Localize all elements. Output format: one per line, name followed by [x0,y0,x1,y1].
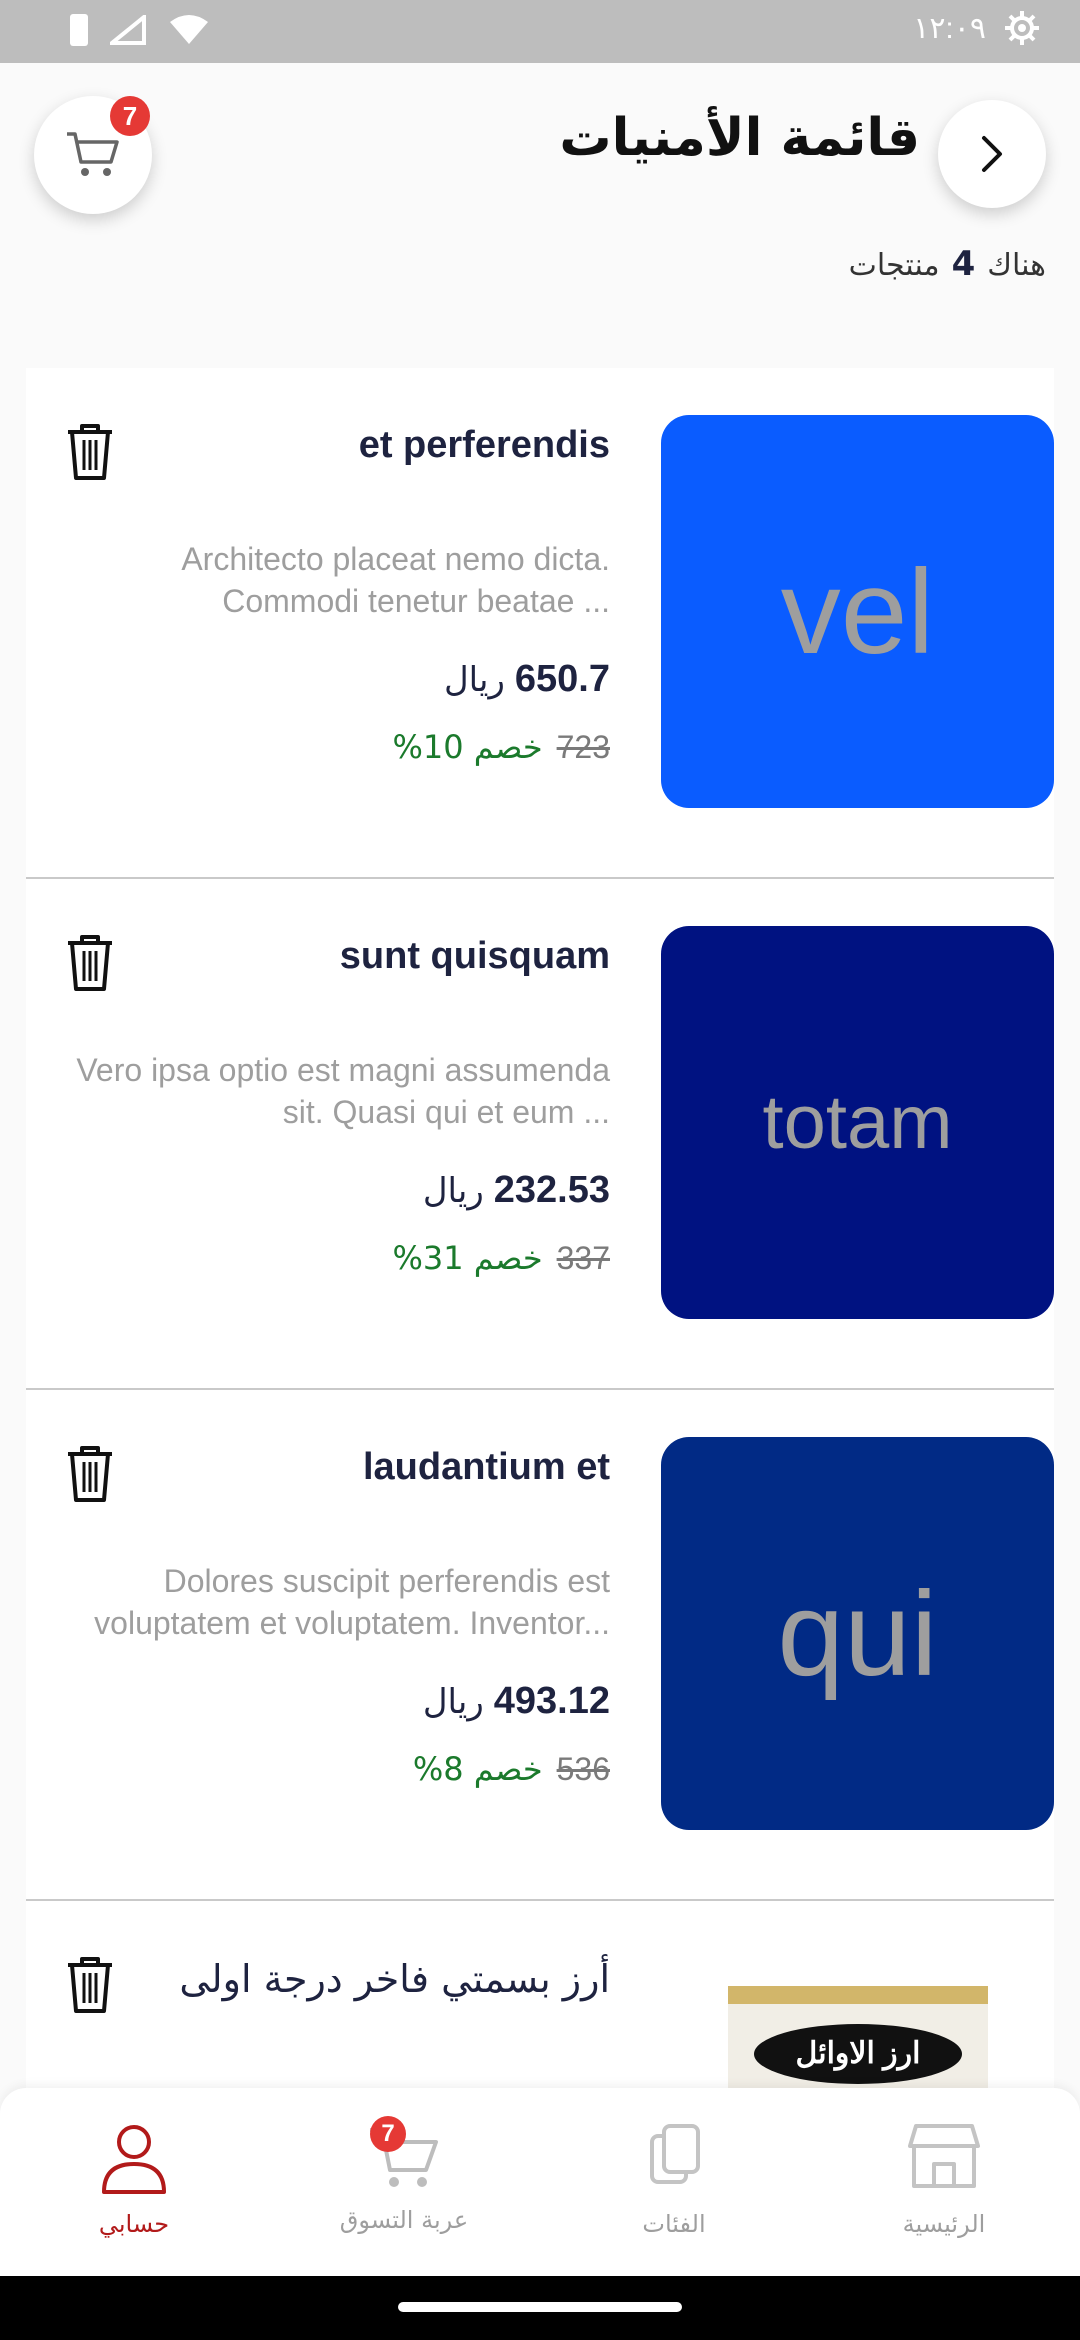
page-title: قائمة الأمنيات [559,108,920,168]
old-price: 337 [556,1240,610,1276]
system-nav-bar [0,2276,1080,2340]
cart-count-badge: 7 [110,96,150,136]
product-title[interactable]: et perferendis [359,424,610,467]
wishlist: vel et perferendis Architecto placeat ne… [26,368,1054,2090]
product-image[interactable]: vel [661,415,1054,808]
nav-home-label: الرئيسية [902,2210,986,2238]
price-currency: ريال [422,1682,484,1722]
list-item[interactable]: totam sunt quisquam Vero ipsa optio est … [26,879,1054,1390]
price-amount: 650.7 [514,658,610,700]
trash-icon[interactable] [62,1442,118,1504]
rice-bag-image [728,1986,988,2090]
list-item[interactable]: vel et perferendis Architecto placeat ne… [26,368,1054,879]
user-icon [102,2125,166,2194]
status-bar: ١٢:٠٩ [0,0,1080,63]
nav-cart-icon-wrap: 7 [364,2116,444,2196]
status-time: ١٢:٠٩ [913,11,986,45]
bottom-nav: حسابي 7 عربة التسوق الفئات الرئيسية [0,2088,1080,2276]
home-indicator[interactable] [398,2302,682,2312]
product-description: Architecto placeat nemo dicta. Commodi t… [181,541,610,619]
product-price: 650.7 ريال [444,658,610,701]
product-image[interactable]: totam [661,926,1054,1319]
cart-button[interactable]: 7 [34,96,152,214]
nav-cart-label: عربة التسوق [339,2206,469,2234]
product-count: هناك 4 منتجات [849,244,1046,284]
chevron-right-icon [982,136,1002,172]
trash-icon[interactable] [62,420,118,482]
settings-gear-icon [1005,11,1039,45]
nav-account[interactable]: حسابي [34,2116,234,2238]
store-icon [908,2124,980,2188]
product-title[interactable]: sunt quisquam [340,935,610,978]
product-description: Vero ipsa optio est magni assumenda sit.… [76,1052,610,1130]
product-image[interactable]: qui [661,1437,1054,1830]
old-price: 536 [556,1751,610,1787]
nav-categories[interactable]: الفئات [574,2116,774,2238]
rice-brand-label: ارز الاوائل [795,2037,921,2070]
product-discount: 337 خصم 31% [392,1239,610,1277]
product-image[interactable]: ارز الاوائل [661,1948,1054,2090]
count-suffix: منتجات [848,248,940,283]
price-currency: ريال [443,660,505,700]
product-price: 232.53 ريال [423,1169,610,1212]
categories-icon [650,2124,700,2184]
product-discount: 536 خصم 8% [413,1750,610,1788]
price-amount: 493.12 [493,1680,610,1722]
trash-icon[interactable] [62,931,118,993]
product-price: 493.12 ريال [423,1680,610,1723]
discount-label: خصم 31% [392,1239,543,1277]
product-description: Dolores suscipit perferendis est volupta… [94,1563,610,1641]
shopping-cart-icon [67,132,119,176]
product-image-text: totam [762,1080,953,1165]
nav-categories-label: الفئات [642,2210,706,2238]
nav-home[interactable]: الرئيسية [844,2116,1044,2238]
product-image-text: vel [780,544,935,679]
discount-label: خصم 10% [392,728,543,766]
discount-label: خصم 8% [412,1750,543,1788]
signal-icon [110,15,146,45]
battery-icon [70,14,88,46]
old-price: 723 [556,729,610,765]
list-item[interactable]: ارز الاوائل أرز بسمتي فاخر درجة اولى [26,1901,1054,2090]
nav-cart[interactable]: 7 عربة التسوق [304,2116,504,2234]
nav-cart-badge: 7 [370,2116,406,2152]
product-title[interactable]: أرز بسمتي فاخر درجة اولى [179,1957,610,2001]
back-button[interactable] [938,100,1046,208]
nav-account-label: حسابي [98,2210,170,2238]
price-amount: 232.53 [493,1169,610,1211]
count-prefix: هناك [987,248,1046,283]
product-discount: 723 خصم 10% [392,728,610,766]
trash-icon[interactable] [62,1953,118,2015]
count-value: 4 [951,244,976,284]
product-image-text: qui [777,1566,938,1701]
price-currency: ريال [422,1171,484,1211]
product-title[interactable]: laudantium et [363,1446,610,1489]
wifi-icon [170,15,208,44]
list-item[interactable]: qui laudantium et Dolores suscipit perfe… [26,1390,1054,1901]
